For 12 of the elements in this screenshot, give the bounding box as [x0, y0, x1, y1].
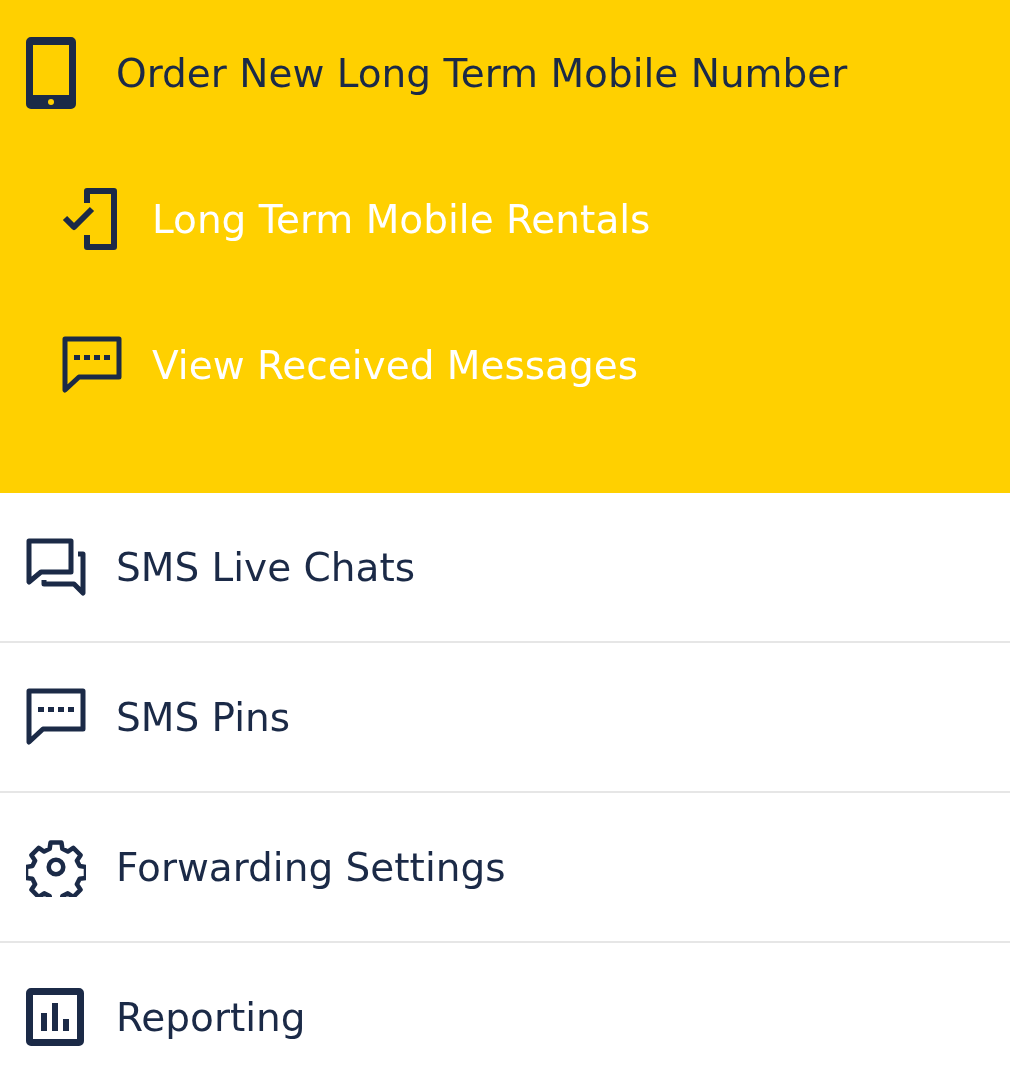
message-icon [62, 336, 122, 394]
chart-icon [26, 988, 84, 1046]
chat-bubbles-icon [26, 538, 86, 596]
menu-item[interactable]: Order New Long Term Mobile Number [116, 50, 848, 96]
message-icon [26, 688, 86, 746]
settings-icon [26, 837, 86, 897]
menu-item[interactable]: SMS Pins [116, 694, 291, 740]
menu-item[interactable]: Reporting [116, 994, 306, 1040]
menu-item[interactable]: Forwarding Settings [116, 844, 506, 890]
tablet-icon [26, 37, 76, 109]
phone-check-icon [62, 187, 118, 251]
menu-item[interactable]: SMS Live Chats [116, 544, 416, 590]
